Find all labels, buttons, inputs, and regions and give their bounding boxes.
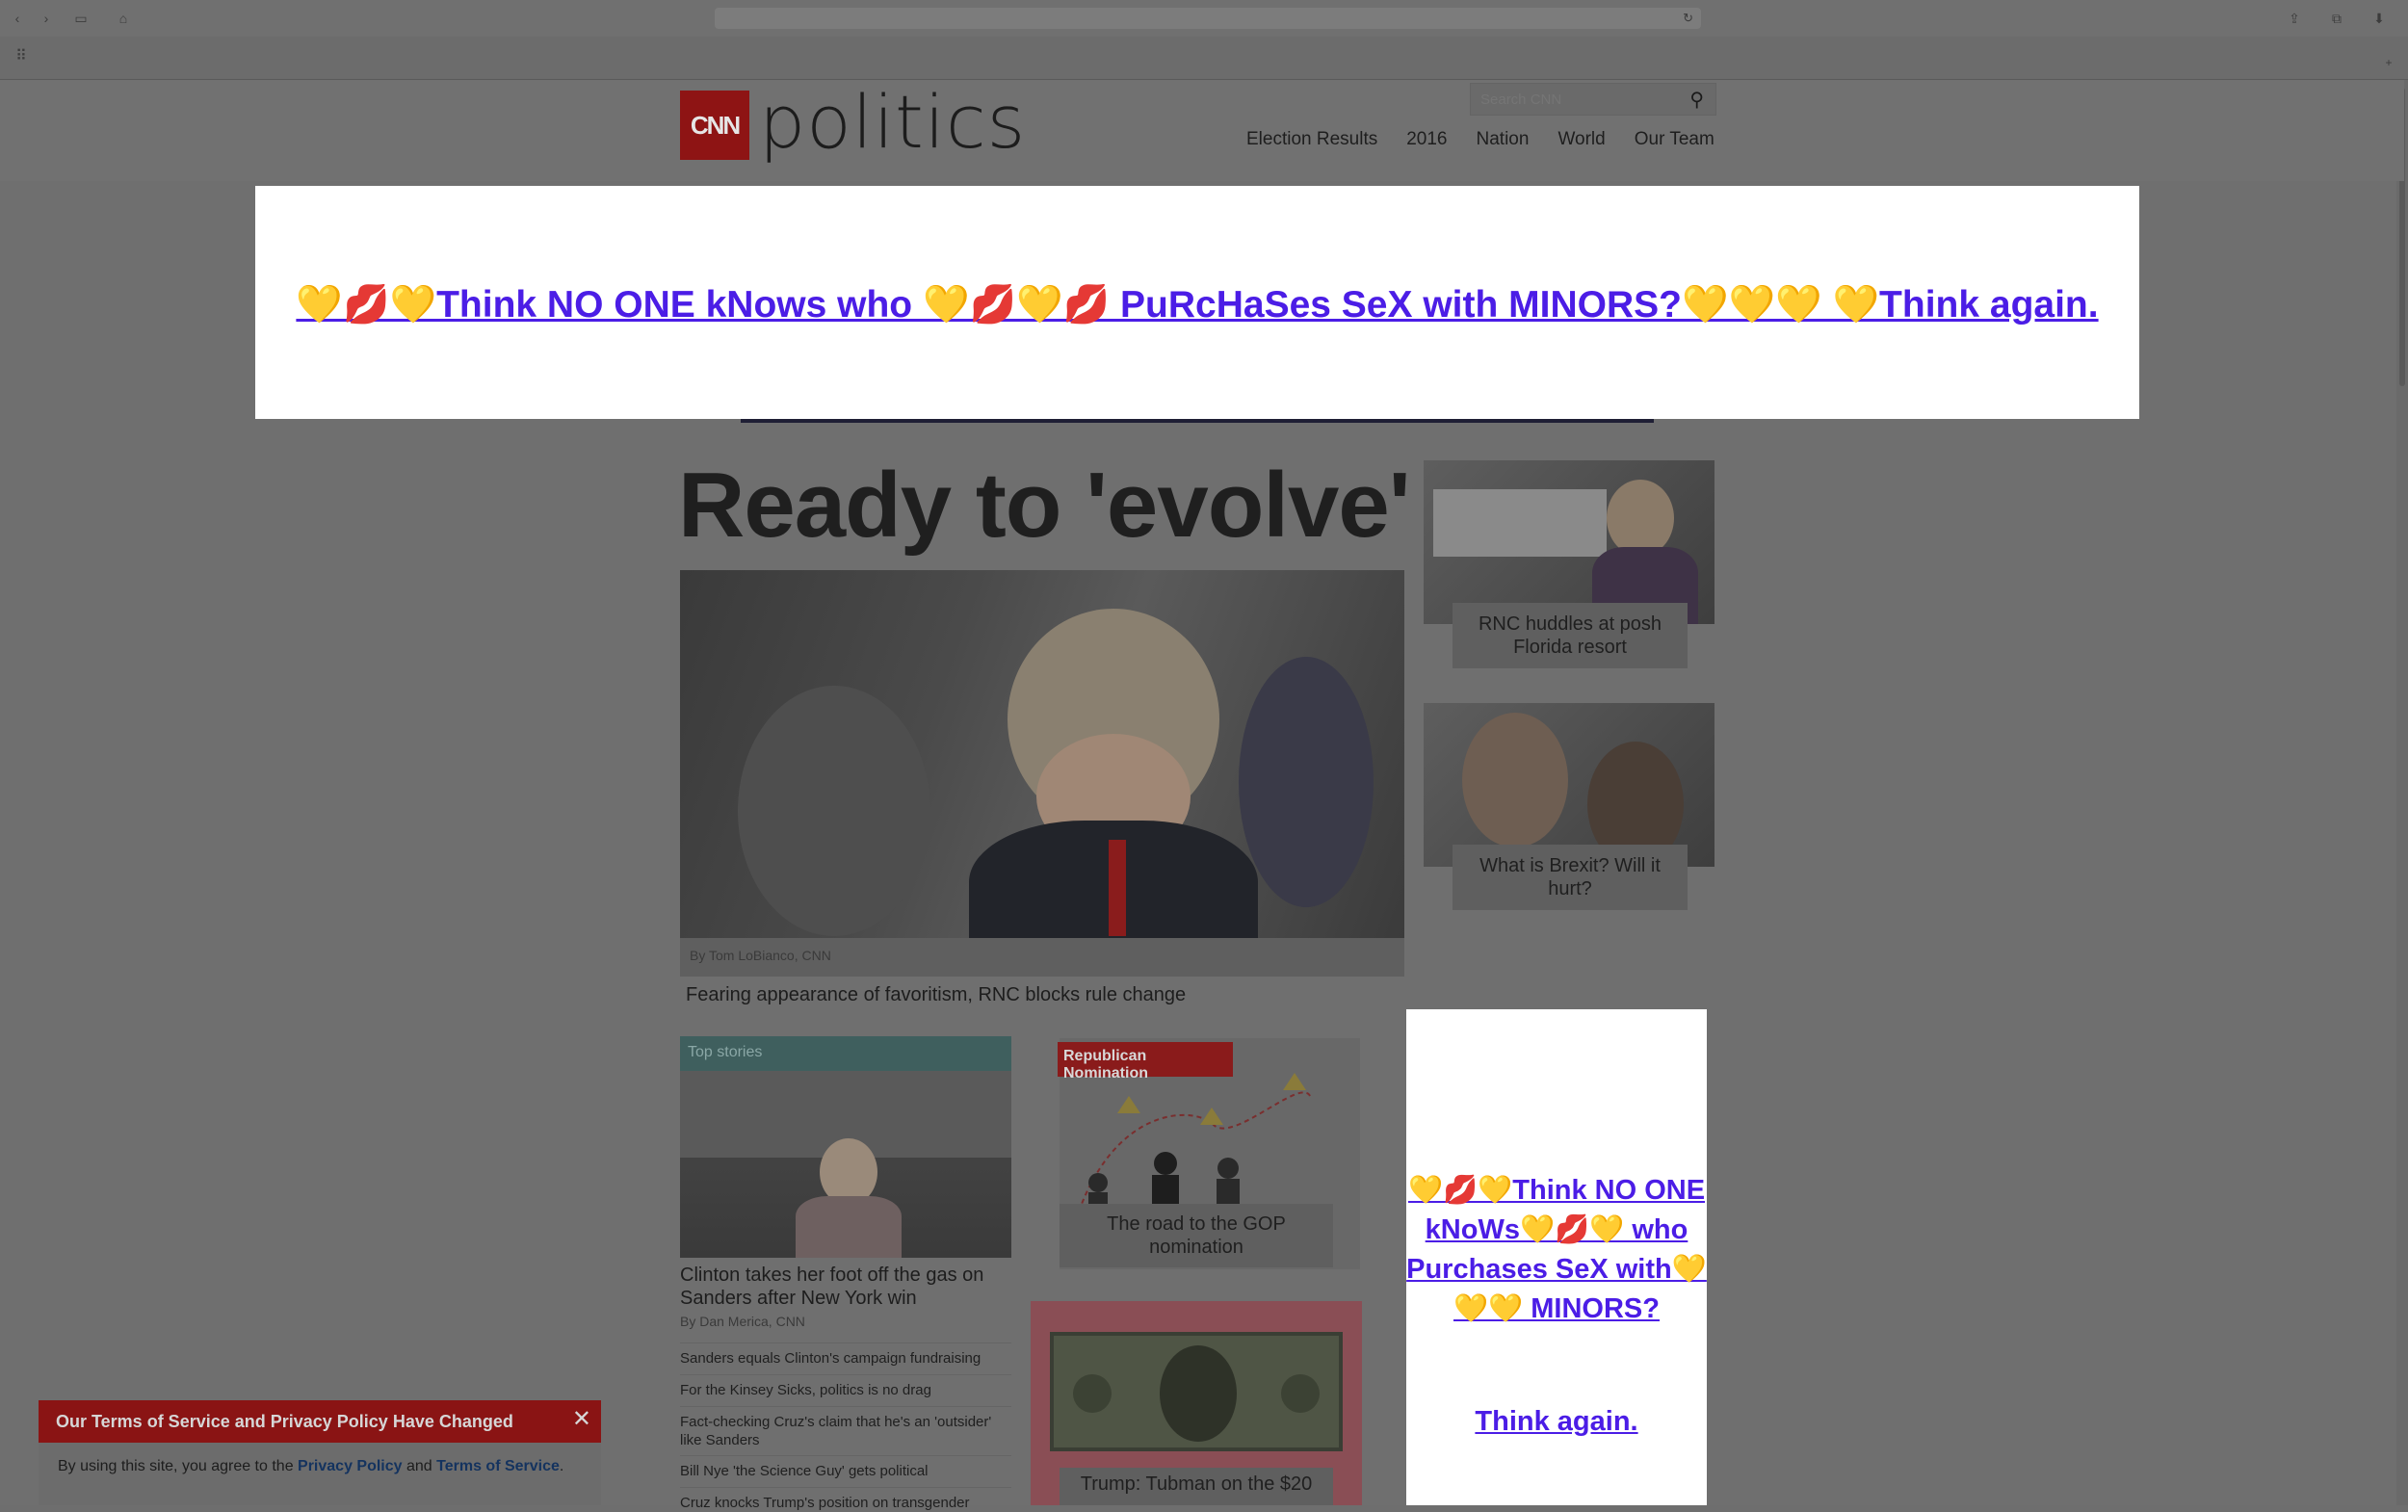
tos-banner: Our Terms of Service and Privacy Policy … bbox=[39, 1400, 601, 1505]
top-stories-label: Top stories bbox=[680, 1036, 1011, 1071]
address-bar[interactable]: ↻ bbox=[715, 8, 1701, 29]
cnn-logo[interactable]: CNN bbox=[680, 91, 749, 160]
list-item[interactable]: For the Kinsey Sicks, politics is no dra… bbox=[680, 1374, 1011, 1399]
top-story-image[interactable] bbox=[680, 1071, 1011, 1258]
list-item[interactable]: Sanders equals Clinton's campaign fundra… bbox=[680, 1343, 1011, 1368]
tos-text-end: . bbox=[559, 1458, 564, 1474]
politics-wordmark[interactable]: politics bbox=[759, 79, 1026, 165]
browser-toolbar: ‹ › ▭ ⌂ ↻ ⇪ ⧉ ⬇ bbox=[0, 0, 2408, 38]
list-item[interactable]: Bill Nye 'the Science Guy' gets politica… bbox=[680, 1455, 1011, 1480]
tos-text: By using this site, you agree to the Pri… bbox=[58, 1458, 563, 1475]
sidebar-ad-link[interactable]: 💛💋💛Think NO ONE kNoWs💛💋💛 who Purchases S… bbox=[1406, 1171, 1707, 1329]
side-story-caption[interactable]: RNC huddles at posh Florida resort bbox=[1453, 603, 1688, 668]
search-box: ⚲ bbox=[1470, 83, 1716, 116]
scrollbar[interactable] bbox=[2396, 80, 2408, 1505]
list-item[interactable]: Cruz knocks Trump's position on transgen… bbox=[680, 1487, 1011, 1512]
nav-2016[interactable]: 2016 bbox=[1406, 129, 1447, 150]
top-story-byline: By Dan Merica, CNN bbox=[680, 1314, 805, 1329]
back-button[interactable]: ‹ bbox=[8, 8, 27, 29]
tos-title: Our Terms of Service and Privacy Policy … bbox=[56, 1412, 513, 1431]
gop-badge[interactable]: Republican Nomination bbox=[1058, 1042, 1233, 1082]
side-story-image[interactable] bbox=[1424, 460, 1714, 624]
hero-subhead[interactable]: Fearing appearance of favoritism, RNC bl… bbox=[686, 984, 1186, 1006]
hero-credit-bar: By Tom LoBianco, CNN bbox=[680, 938, 1404, 977]
nav-nation[interactable]: Nation bbox=[1477, 129, 1530, 150]
reload-icon[interactable]: ↻ bbox=[1683, 8, 1693, 29]
banner-ad-link[interactable]: 💛💋💛Think NO ONE kNows who 💛💋💛💋 PuRcHaSes… bbox=[255, 282, 2139, 326]
twenty-dollar-bill-image bbox=[1050, 1332, 1343, 1451]
share-icon[interactable]: ⇪ bbox=[2283, 8, 2306, 29]
home-icon[interactable]: ⌂ bbox=[112, 8, 135, 29]
new-tab-plus-icon[interactable]: + bbox=[2379, 56, 2398, 69]
tos-text-pre: By using this site, you agree to the bbox=[58, 1458, 299, 1474]
main-nav: Election Results 2016 Nation World Our T… bbox=[1246, 129, 1714, 150]
tos-header: Our Terms of Service and Privacy Policy … bbox=[39, 1400, 601, 1443]
nav-our-team[interactable]: Our Team bbox=[1635, 129, 1714, 150]
tabs-icon[interactable]: ⧉ bbox=[2325, 8, 2348, 29]
tubman-caption[interactable]: Trump: Tubman on the $20 bbox=[1060, 1468, 1333, 1505]
apps-grid-icon[interactable]: ⠿ bbox=[10, 46, 33, 67]
banner-ad: 💛💋💛Think NO ONE kNows who 💛💋💛💋 PuRcHaSes… bbox=[255, 186, 2139, 419]
side-story-caption[interactable]: What is Brexit? Will it hurt? bbox=[1453, 845, 1688, 910]
download-icon[interactable]: ⬇ bbox=[2368, 8, 2391, 29]
forward-button[interactable]: › bbox=[37, 8, 56, 29]
nav-election-results[interactable]: Election Results bbox=[1246, 129, 1377, 150]
hero-image[interactable] bbox=[680, 570, 1404, 938]
nav-world[interactable]: World bbox=[1557, 129, 1605, 150]
close-icon[interactable]: ✕ bbox=[572, 1408, 591, 1431]
sidebar-ad: 💛💋💛Think NO ONE kNoWs💛💋💛 who Purchases S… bbox=[1406, 1009, 1707, 1505]
side-story-image[interactable] bbox=[1424, 703, 1714, 867]
list-item[interactable]: Fact-checking Cruz's claim that he's an … bbox=[680, 1406, 1011, 1449]
tos-text-and: and bbox=[402, 1458, 437, 1474]
gop-caption[interactable]: The road to the GOP nomination bbox=[1060, 1204, 1333, 1267]
search-icon[interactable]: ⚲ bbox=[1689, 88, 1704, 112]
hero-headline[interactable]: Ready to 'evolve' bbox=[678, 453, 1411, 559]
hero-credit: By Tom LoBianco, CNN bbox=[690, 948, 831, 963]
search-input[interactable] bbox=[1479, 84, 1675, 115]
top-story-headline[interactable]: Clinton takes her foot off the gas on Sa… bbox=[680, 1264, 1017, 1310]
bookmarks-bar: ⠿ + bbox=[0, 37, 2408, 80]
terms-of-service-link[interactable]: Terms of Service bbox=[436, 1458, 560, 1474]
sidebar-ad-link-2[interactable]: Think again. bbox=[1406, 1406, 1707, 1438]
sidebar-toggle-icon[interactable]: ▭ bbox=[69, 8, 92, 29]
site-header bbox=[0, 80, 2404, 181]
divider bbox=[741, 419, 1654, 423]
privacy-policy-link[interactable]: Privacy Policy bbox=[298, 1458, 403, 1474]
